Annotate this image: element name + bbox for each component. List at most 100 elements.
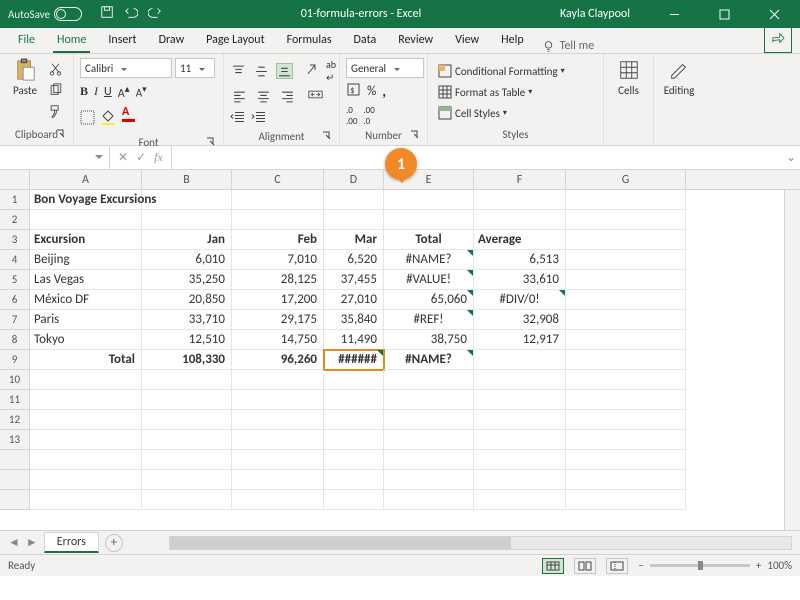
- cell[interactable]: [474, 470, 566, 490]
- close-button[interactable]: [752, 0, 796, 28]
- cell[interactable]: #VALUE!: [384, 270, 474, 290]
- cell[interactable]: 17,200: [232, 290, 324, 310]
- enter-formula-icon[interactable]: ✓: [136, 150, 146, 165]
- conditional-formatting-button[interactable]: Conditional Formatting▾: [434, 62, 597, 80]
- cell[interactable]: [232, 450, 324, 470]
- cell[interactable]: 6,010: [142, 250, 232, 270]
- row-header[interactable]: 12: [0, 410, 30, 430]
- autosave-toggle[interactable]: AutoSave: [8, 7, 82, 21]
- decrease-decimal-icon[interactable]: .00.0: [363, 105, 374, 127]
- zoom-level[interactable]: 100%: [767, 559, 792, 572]
- cell[interactable]: [384, 410, 474, 430]
- cell[interactable]: [474, 210, 566, 230]
- cell[interactable]: [566, 290, 686, 310]
- cell[interactable]: [232, 430, 324, 450]
- row-header[interactable]: 13: [0, 430, 30, 450]
- cell[interactable]: Total: [30, 350, 142, 370]
- cell[interactable]: [142, 430, 232, 450]
- increase-indent-icon[interactable]: [251, 109, 266, 128]
- cell[interactable]: Tokyo: [30, 330, 142, 350]
- align-center-icon[interactable]: [254, 89, 272, 105]
- cell[interactable]: 11,490: [324, 330, 384, 350]
- cell[interactable]: [30, 430, 142, 450]
- cell[interactable]: [566, 250, 686, 270]
- cell[interactable]: [474, 450, 566, 470]
- dialog-launcher-icon[interactable]: [55, 129, 67, 141]
- align-bottom-icon[interactable]: [276, 63, 293, 79]
- cell[interactable]: Average: [474, 230, 566, 250]
- cell[interactable]: [30, 410, 142, 430]
- cell[interactable]: [474, 490, 566, 510]
- expand-formula-bar-icon[interactable]: ⌄: [782, 146, 800, 169]
- cell[interactable]: 6,513: [474, 250, 566, 270]
- undo-icon[interactable]: [124, 5, 138, 23]
- cell[interactable]: [324, 190, 384, 210]
- cell[interactable]: [566, 390, 686, 410]
- cell[interactable]: [474, 390, 566, 410]
- paste-button[interactable]: Paste: [6, 58, 44, 126]
- cell[interactable]: [142, 490, 232, 510]
- cell[interactable]: 38,750: [384, 330, 474, 350]
- decrease-font-icon[interactable]: A▾: [136, 84, 147, 100]
- font-size-select[interactable]: 11: [175, 58, 215, 78]
- cell[interactable]: [384, 430, 474, 450]
- tab-view[interactable]: View: [445, 28, 489, 53]
- cell[interactable]: Feb: [232, 230, 324, 250]
- cell[interactable]: [232, 470, 324, 490]
- cell[interactable]: #REF!: [384, 310, 474, 330]
- cell[interactable]: 28,125: [232, 270, 324, 290]
- cell[interactable]: 32,908: [474, 310, 566, 330]
- cell[interactable]: [566, 190, 686, 210]
- tab-review[interactable]: Review: [388, 28, 443, 53]
- increase-font-icon[interactable]: A▴: [118, 82, 130, 101]
- font-color-icon[interactable]: A: [122, 105, 137, 134]
- row-header[interactable]: [0, 470, 30, 490]
- cell[interactable]: [474, 190, 566, 210]
- italic-button[interactable]: I: [94, 84, 98, 99]
- dialog-launcher-icon[interactable]: [205, 137, 217, 149]
- cell[interactable]: #NAME?: [384, 350, 474, 370]
- cell[interactable]: ######: [324, 350, 384, 370]
- cell[interactable]: [474, 430, 566, 450]
- tell-me[interactable]: Tell me: [542, 39, 595, 53]
- cell[interactable]: [142, 390, 232, 410]
- cell[interactable]: [384, 190, 474, 210]
- tab-insert[interactable]: Insert: [98, 28, 146, 53]
- sheet-nav-prev-icon[interactable]: ◄: [8, 535, 20, 550]
- cell[interactable]: 33,710: [142, 310, 232, 330]
- cell[interactable]: Bon Voyage Excursions: [30, 190, 142, 210]
- cell[interactable]: Jan: [142, 230, 232, 250]
- cell[interactable]: [384, 450, 474, 470]
- tab-file[interactable]: File: [8, 28, 45, 53]
- cell[interactable]: [566, 370, 686, 390]
- col-header-D[interactable]: D: [324, 170, 384, 189]
- cell[interactable]: [142, 370, 232, 390]
- cell[interactable]: [384, 210, 474, 230]
- user-name[interactable]: Kayla Claypool: [560, 7, 630, 21]
- cell[interactable]: 35,840: [324, 310, 384, 330]
- sheet-tab-errors[interactable]: Errors: [44, 532, 99, 553]
- cell[interactable]: [566, 450, 686, 470]
- cells-button[interactable]: Cells: [610, 58, 647, 139]
- cell[interactable]: [324, 450, 384, 470]
- zoom-in-button[interactable]: +: [756, 559, 761, 572]
- cell[interactable]: [384, 390, 474, 410]
- cell[interactable]: Excursion: [30, 230, 142, 250]
- cell[interactable]: 35,250: [142, 270, 232, 290]
- cell[interactable]: [474, 350, 566, 370]
- cell[interactable]: [474, 410, 566, 430]
- cell[interactable]: [142, 450, 232, 470]
- comma-format-icon[interactable]: ,: [382, 83, 386, 101]
- row-header[interactable]: 7: [0, 310, 30, 330]
- page-break-view-button[interactable]: [606, 558, 628, 574]
- cell[interactable]: 12,510: [142, 330, 232, 350]
- cell[interactable]: 27,010: [324, 290, 384, 310]
- underline-button[interactable]: U: [104, 85, 112, 99]
- maximize-button[interactable]: [702, 0, 746, 28]
- share-button[interactable]: [764, 27, 792, 53]
- cell[interactable]: [324, 470, 384, 490]
- align-right-icon[interactable]: [278, 89, 296, 105]
- normal-view-button[interactable]: [542, 558, 564, 574]
- cell[interactable]: [324, 410, 384, 430]
- cell[interactable]: [324, 370, 384, 390]
